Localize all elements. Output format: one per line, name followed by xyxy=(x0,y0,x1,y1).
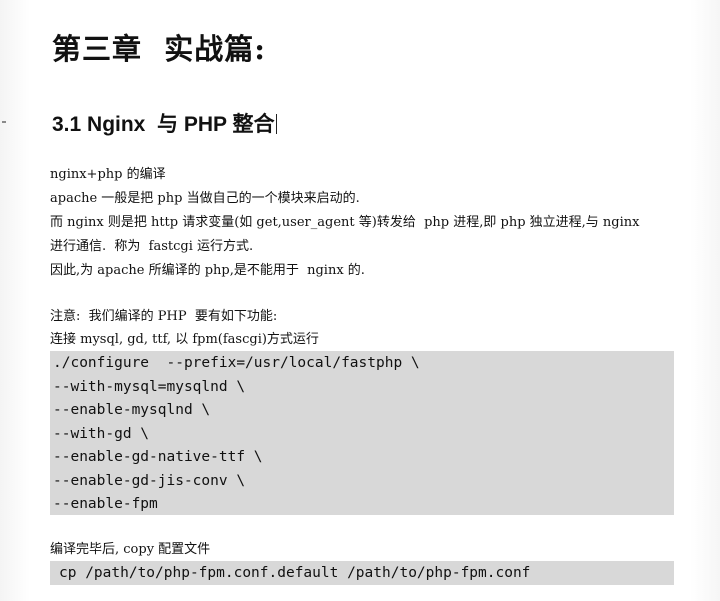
configure-line: --enable-mysqlnd \ xyxy=(53,402,211,418)
after-compile-line: 编译完毕后, copy 配置文件 xyxy=(50,542,211,557)
copy-command: cp /path/to/php-fpm.conf.default /path/t… xyxy=(59,565,531,581)
document-page: 第三章 实战篇: 3.1 Nginx 与 PHP 整合 nginx+php 的编… xyxy=(0,0,720,601)
text-cursor xyxy=(275,114,277,134)
intro-line-5: 因此,为 apache 所编译的 php,是不能用于 nginx 的. xyxy=(50,263,365,278)
intro-line-4: 进行通信. 称为 fastcgi 运行方式. xyxy=(50,239,254,254)
configure-line: --with-mysql=mysqlnd \ xyxy=(53,378,246,395)
configure-code-block: ./configure --prefix=/usr/local/fastphp … xyxy=(50,351,674,515)
intro-line-3: 而 nginx 则是把 http 请求变量(如 get,user_agent 等… xyxy=(50,215,640,230)
configure-line: --enable-gd-native-ttf \ xyxy=(53,449,263,465)
section-title: 3.1 Nginx 与 PHP 整合 xyxy=(52,108,277,138)
intro-line-2: apache 一般是把 php 当做自己的一个模块来启动的. xyxy=(50,191,360,206)
configure-line: --enable-fpm xyxy=(53,496,158,512)
configure-line: --enable-gd-jis-conv \ xyxy=(53,472,246,489)
configure-line: ./configure --prefix=/usr/local/fastphp … xyxy=(53,355,420,371)
chapter-title: 第三章 实战篇: xyxy=(52,32,266,66)
note-line-2: 连接 mysql, gd, ttf, 以 fpm(fascgi)方式运行 xyxy=(50,332,319,347)
intro-line-1: nginx+php 的编译 xyxy=(50,167,166,182)
section-title-text: 3.1 Nginx 与 PHP 整合 xyxy=(52,113,275,136)
copy-command-block: cp /path/to/php-fpm.conf.default /path/t… xyxy=(50,561,674,585)
note-line-1: 注意: 我们编译的 PHP 要有如下功能: xyxy=(50,309,278,324)
configure-line: --with-gd \ xyxy=(53,425,150,442)
margin-cursor-mark xyxy=(2,121,6,123)
